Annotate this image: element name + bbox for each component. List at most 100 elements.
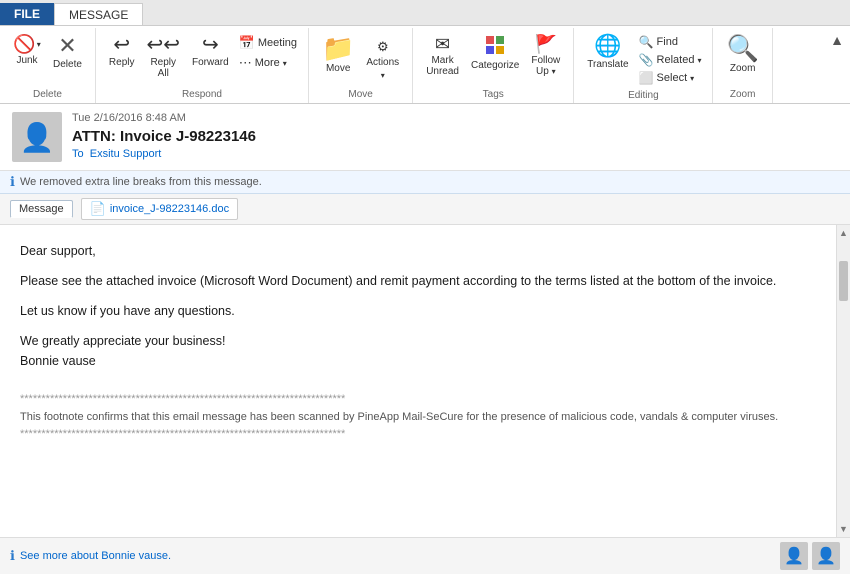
categorize-button[interactable]: Categorize <box>466 32 524 75</box>
meeting-button[interactable]: 📅 Meeting <box>236 34 300 52</box>
ribbon-group-editing: 🌐 Translate 🔍 Find 📎 Related ▾ ⬜ Select … <box>574 28 713 103</box>
body-paragraph2: Let us know if you have any questions. <box>20 301 816 321</box>
zoom-label: Zoom <box>730 63 756 75</box>
reply-all-label: ReplyAll <box>150 57 176 79</box>
message-tab-btn[interactable]: Message <box>10 200 73 218</box>
forward-label: Forward <box>192 57 229 69</box>
email-meta: Tue 2/16/2016 8:48 AM ATTN: Invoice J-98… <box>72 112 838 160</box>
body-greeting: Dear support, <box>20 241 816 261</box>
select-dropdown-icon: ▾ <box>690 74 694 83</box>
junk-button[interactable]: 🚫 ▾ Junk <box>8 32 46 69</box>
delete-icon: ✕ <box>58 35 76 57</box>
ribbon-group-move: 📁 Move ⚙ Actions ▾ Move <box>309 28 413 103</box>
main-content: 👤 Tue 2/16/2016 8:48 AM ATTN: Invoice J-… <box>0 104 850 574</box>
body-paragraph1: Please see the attached invoice (Microso… <box>20 271 816 291</box>
ribbon: 🚫 ▾ Junk ✕ Delete Delete ↩ Reply ↩↩ Repl… <box>0 26 850 104</box>
email-body: Dear support, Please see the attached in… <box>0 225 836 537</box>
related-button[interactable]: 📎 Related ▾ <box>636 52 705 68</box>
move-button[interactable]: 📁 Move <box>317 32 359 78</box>
scroll-down-arrow[interactable]: ▼ <box>837 521 850 537</box>
body-paragraph3: We greatly appreciate your business! Bon… <box>20 331 816 371</box>
meeting-label: Meeting <box>258 37 297 49</box>
scroll-up-arrow[interactable]: ▲ <box>837 225 850 241</box>
email-datetime: Tue 2/16/2016 8:48 AM <box>72 112 838 124</box>
translate-icon: 🌐 <box>594 35 621 57</box>
email-scrollbar[interactable]: ▲ ▼ <box>836 225 850 537</box>
email-to: To Exsitu Support <box>72 148 838 160</box>
forward-icon: ↪ <box>202 35 219 55</box>
follow-up-button[interactable]: 🚩 FollowUp ▾ <box>526 32 565 80</box>
select-button[interactable]: ⬜ Select ▾ <box>636 70 705 86</box>
to-value[interactable]: Exsitu Support <box>90 148 162 160</box>
move-icon: 📁 <box>322 35 354 61</box>
delete-button[interactable]: ✕ Delete <box>48 32 87 74</box>
email-header: 👤 Tue 2/16/2016 8:48 AM ATTN: Invoice J-… <box>0 104 850 171</box>
info-bar: ℹ We removed extra line breaks from this… <box>0 171 850 194</box>
actions-label: Actions <box>366 57 399 69</box>
more-label: More <box>255 57 280 69</box>
file-icon: 📄 <box>90 201 106 217</box>
follow-up-label: FollowUp ▾ <box>531 55 560 77</box>
mini-avatar-2-icon: 👤 <box>816 546 836 566</box>
junk-label: Junk <box>16 55 37 67</box>
ribbon-group-respond: ↩ Reply ↩↩ ReplyAll ↪ Forward 📅 Meeting … <box>96 28 309 103</box>
reply-label: Reply <box>109 57 135 69</box>
footnote-text: This footnote confirms that this email m… <box>20 409 816 427</box>
find-icon: 🔍 <box>639 35 654 49</box>
email-body-container: Dear support, Please see the attached in… <box>0 225 850 537</box>
email-footnote: ****************************************… <box>20 391 816 444</box>
categorize-label: Categorize <box>471 60 519 72</box>
respond-group-label: Respond <box>100 87 304 101</box>
categorize-icon <box>485 35 505 58</box>
tags-group-label: Tags <box>417 87 569 101</box>
mark-unread-button[interactable]: ✉ MarkUnread <box>421 32 464 80</box>
bottom-info: ℹ See more about Bonnie vause. <box>10 548 171 564</box>
footnote-stars-bottom: ****************************************… <box>20 426 816 444</box>
forward-button[interactable]: ↪ Forward <box>187 32 234 72</box>
reply-all-button[interactable]: ↩↩ ReplyAll <box>141 32 185 82</box>
actions-button[interactable]: ⚙ Actions ▾ <box>361 32 404 83</box>
reply-button[interactable]: ↩ Reply <box>104 32 140 72</box>
more-dropdown-icon: ▾ <box>283 59 287 68</box>
mark-unread-icon: ✉ <box>435 35 450 53</box>
avatar-person-icon: 👤 <box>20 121 55 154</box>
actions-dropdown-icon: ▾ <box>381 71 385 80</box>
sender-avatar: 👤 <box>12 112 62 162</box>
delete-label: Delete <box>53 59 82 71</box>
related-dropdown-icon: ▾ <box>697 56 701 65</box>
mini-avatar-1: 👤 <box>780 542 808 570</box>
email-subject: ATTN: Invoice J-98223146 <box>72 128 838 145</box>
attachment-file[interactable]: 📄 invoice_J-98223146.doc <box>81 198 238 220</box>
actions-icon: ⚙ <box>377 39 389 55</box>
to-label: To <box>72 148 84 160</box>
move-group-label: Move <box>313 87 408 101</box>
bottom-avatars: 👤 👤 <box>780 542 840 570</box>
translate-label: Translate <box>587 59 628 71</box>
move-label: Move <box>326 63 350 75</box>
translate-button[interactable]: 🌐 Translate <box>582 32 633 74</box>
follow-up-icon: 🚩 <box>535 35 557 53</box>
related-label: Related <box>657 54 695 66</box>
bottom-info-text[interactable]: See more about Bonnie vause. <box>20 550 171 562</box>
info-icon: ℹ <box>10 174 15 190</box>
zoom-button[interactable]: 🔍 Zoom <box>721 32 763 78</box>
meeting-icon: 📅 <box>239 35 255 51</box>
message-tab[interactable]: MESSAGE <box>54 3 143 25</box>
footnote-stars-top: ****************************************… <box>20 391 816 409</box>
more-icon: ⋯ <box>239 55 252 71</box>
bottom-bar: ℹ See more about Bonnie vause. 👤 👤 <box>0 537 850 574</box>
ribbon-collapse-button[interactable]: ▲ <box>824 28 850 103</box>
mark-unread-label: MarkUnread <box>426 55 459 77</box>
reply-all-icon: ↩↩ <box>146 35 180 55</box>
attachment-bar: Message 📄 invoice_J-98223146.doc <box>0 194 850 225</box>
ribbon-group-tags: ✉ MarkUnread Categorize 🚩 FollowUp ▾ <box>413 28 574 103</box>
file-tab[interactable]: FILE <box>0 3 54 25</box>
select-icon: ⬜ <box>639 71 654 85</box>
more-button[interactable]: ⋯ More ▾ <box>236 54 300 72</box>
find-button[interactable]: 🔍 Find <box>636 34 705 50</box>
mini-avatar-1-icon: 👤 <box>784 546 804 566</box>
ribbon-group-delete: 🚫 ▾ Junk ✕ Delete Delete <box>0 28 96 103</box>
select-label: Select <box>657 72 688 84</box>
scroll-thumb[interactable] <box>839 261 848 301</box>
bottom-info-icon: ℹ <box>10 548 15 564</box>
